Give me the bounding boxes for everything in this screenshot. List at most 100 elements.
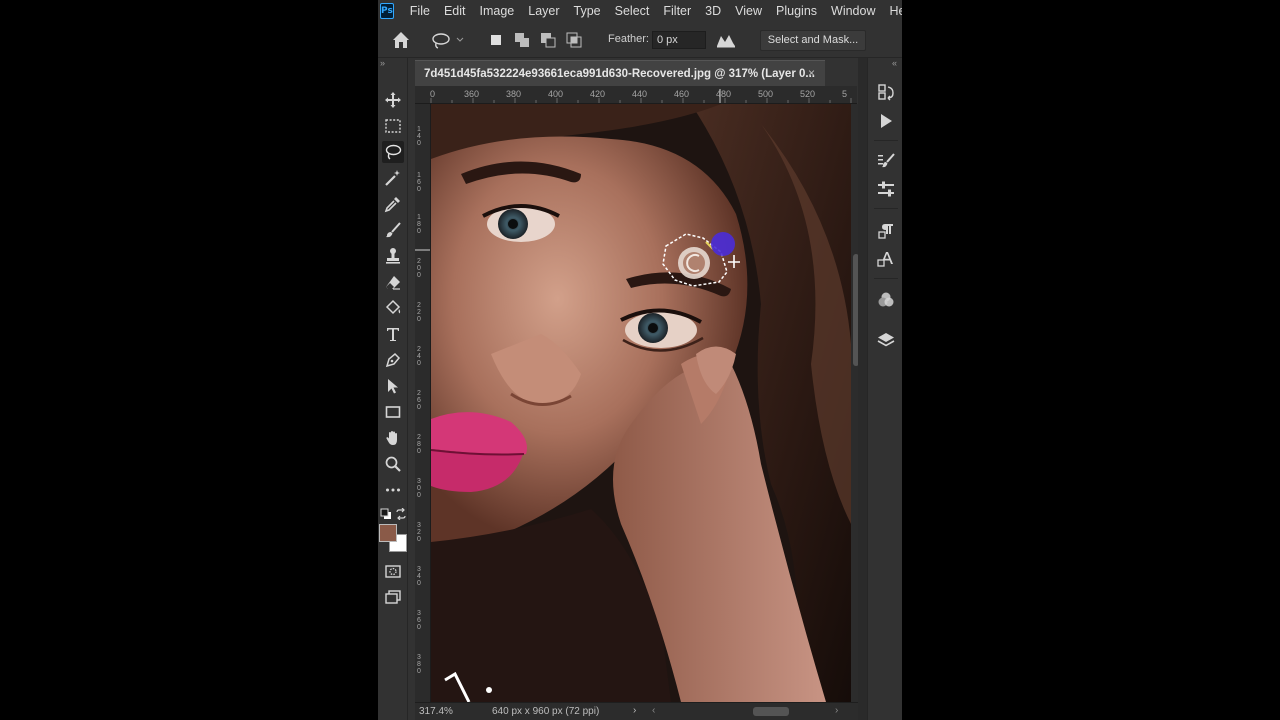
path-select-icon <box>388 379 398 394</box>
menu-filter[interactable]: Filter <box>656 4 698 18</box>
menu-select[interactable]: Select <box>608 4 657 18</box>
ruler-h-label: 440 <box>632 89 648 99</box>
intersect-selection-icon <box>566 32 582 48</box>
dock-collapse-icon[interactable]: « <box>892 58 897 68</box>
edit-toolbar-button[interactable] <box>382 479 404 501</box>
status-bar: 317.4% 640 px x 960 px (72 ppi) › ‹ › <box>415 702 861 720</box>
vertical-ruler: 1 4 0 1 6 0 1 8 0 2 0 0 2 2 0 2 4 0 2 6 … <box>415 104 431 702</box>
history-icon <box>878 84 894 101</box>
tools-collapse-icon[interactable]: » <box>380 58 385 68</box>
brush-icon <box>386 222 401 238</box>
document-size: 640 px x 960 px (72 ppi) <box>492 706 600 717</box>
eraser-tool[interactable] <box>382 271 404 293</box>
ruler-h-label: 480 <box>716 89 732 99</box>
feather-label: Feather: <box>608 33 649 45</box>
actions-panel-button[interactable] <box>875 110 897 132</box>
photoshop-window: Ps File Edit Image Layer Type Select Fil… <box>378 0 902 720</box>
lasso-tool[interactable] <box>382 141 404 163</box>
rectangle-tool[interactable] <box>382 401 404 423</box>
ruler-h-label: 520 <box>800 89 816 99</box>
ruler-v-label: 2 8 0 <box>417 434 421 455</box>
channels-panel-button[interactable] <box>875 289 897 311</box>
menu-bar: Ps File Edit Image Layer Type Select Fil… <box>378 0 902 22</box>
menu-edit[interactable]: Edit <box>437 4 473 18</box>
feather-input[interactable] <box>652 31 706 49</box>
move-tool[interactable] <box>382 89 404 111</box>
layers-panel-button[interactable] <box>875 329 897 351</box>
zoom-level[interactable]: 317.4% <box>419 706 453 717</box>
type-tool[interactable] <box>382 323 404 345</box>
menu-layer[interactable]: Layer <box>521 4 566 18</box>
menu-file[interactable]: File <box>403 4 437 18</box>
lasso-icon <box>385 144 402 160</box>
foreground-color-swatch[interactable] <box>379 524 397 542</box>
clone-stamp-tool[interactable] <box>382 245 404 267</box>
tool-preset-picker[interactable] <box>430 30 466 50</box>
hand-tool[interactable] <box>382 427 404 449</box>
status-menu-icon[interactable]: › <box>633 705 636 716</box>
scroll-left-icon[interactable]: ‹ <box>652 705 655 716</box>
brush-settings-panel-button[interactable] <box>875 150 897 172</box>
select-and-mask-button[interactable]: Select and Mask... <box>760 30 866 51</box>
menu-plugins[interactable]: Plugins <box>769 4 824 18</box>
horizontal-scroll-thumb[interactable] <box>753 707 789 716</box>
subtract-selection-icon <box>541 33 556 48</box>
brush-settings-icon <box>878 153 895 168</box>
paragraph-panel-button[interactable] <box>875 220 897 242</box>
screen-mode-button[interactable] <box>382 586 404 608</box>
menu-3d[interactable]: 3D <box>698 4 728 18</box>
ruler-v-label: 2 4 0 <box>417 346 421 367</box>
horizontal-ruler: 0 360 380 400 420 440 460 480 500 520 5 <box>415 86 857 104</box>
ruler-h-label: 5 <box>842 89 848 99</box>
move-icon <box>385 92 401 108</box>
pen-tool[interactable] <box>382 349 404 371</box>
marquee-icon <box>385 119 401 133</box>
adjustments-panel-button[interactable] <box>875 178 897 200</box>
eyedropper-tool[interactable] <box>382 193 404 215</box>
quick-mask-button[interactable] <box>382 560 404 582</box>
menu-view[interactable]: View <box>728 4 769 18</box>
marquee-tool[interactable] <box>382 115 404 137</box>
anti-alias-toggle[interactable] <box>714 30 738 50</box>
add-to-selection-button[interactable] <box>512 30 532 50</box>
ruler-h-label: 460 <box>674 89 690 99</box>
intersect-selection-button[interactable] <box>564 30 584 50</box>
new-selection-button[interactable] <box>486 30 506 50</box>
panel-dock: « <box>867 58 902 720</box>
ruler-h-label: 380 <box>506 89 522 99</box>
ruler-v-label: 3 2 0 <box>417 522 421 543</box>
document-title: 7d451d45fa532224e93661eca991d630-Recover… <box>424 67 815 80</box>
menu-type[interactable]: Type <box>567 4 608 18</box>
document-tab[interactable]: 7d451d45fa532224e93661eca991d630-Recover… <box>415 60 825 86</box>
menu-image[interactable]: Image <box>473 4 522 18</box>
screen-mode-icon <box>385 590 401 604</box>
home-button[interactable] <box>390 30 412 50</box>
character-panel-button[interactable] <box>875 248 897 270</box>
zoom-tool[interactable] <box>382 453 404 475</box>
eyedropper-icon <box>384 197 400 213</box>
history-panel-button[interactable] <box>875 81 897 103</box>
layers-icon <box>877 333 895 347</box>
scroll-right-icon[interactable]: › <box>835 705 838 716</box>
stamp-icon <box>386 248 400 264</box>
add-selection-icon <box>515 33 529 47</box>
magic-wand-tool[interactable] <box>382 167 404 189</box>
document-canvas[interactable] <box>431 104 851 702</box>
paint-bucket-tool[interactable] <box>382 297 404 319</box>
path-selection-tool[interactable] <box>382 375 404 397</box>
brush-tool[interactable] <box>382 219 404 241</box>
menu-help[interactable]: Help <box>883 4 903 18</box>
swap-colors-icon[interactable] <box>395 508 407 520</box>
ruler-h-label: 360 <box>464 89 480 99</box>
ruler-h-label: 0 <box>430 89 436 99</box>
more-tools-icon <box>386 488 400 492</box>
quick-mask-icon <box>385 565 401 578</box>
ruler-v-label: 3 4 0 <box>417 566 421 587</box>
menu-window[interactable]: Window <box>824 4 882 18</box>
subtract-from-selection-button[interactable] <box>538 30 558 50</box>
close-document-icon[interactable]: × <box>808 66 815 80</box>
dock-divider[interactable] <box>858 58 867 720</box>
adjustments-icon <box>878 181 894 197</box>
paragraph-icon <box>878 224 893 239</box>
default-colors-icon[interactable] <box>380 508 392 520</box>
